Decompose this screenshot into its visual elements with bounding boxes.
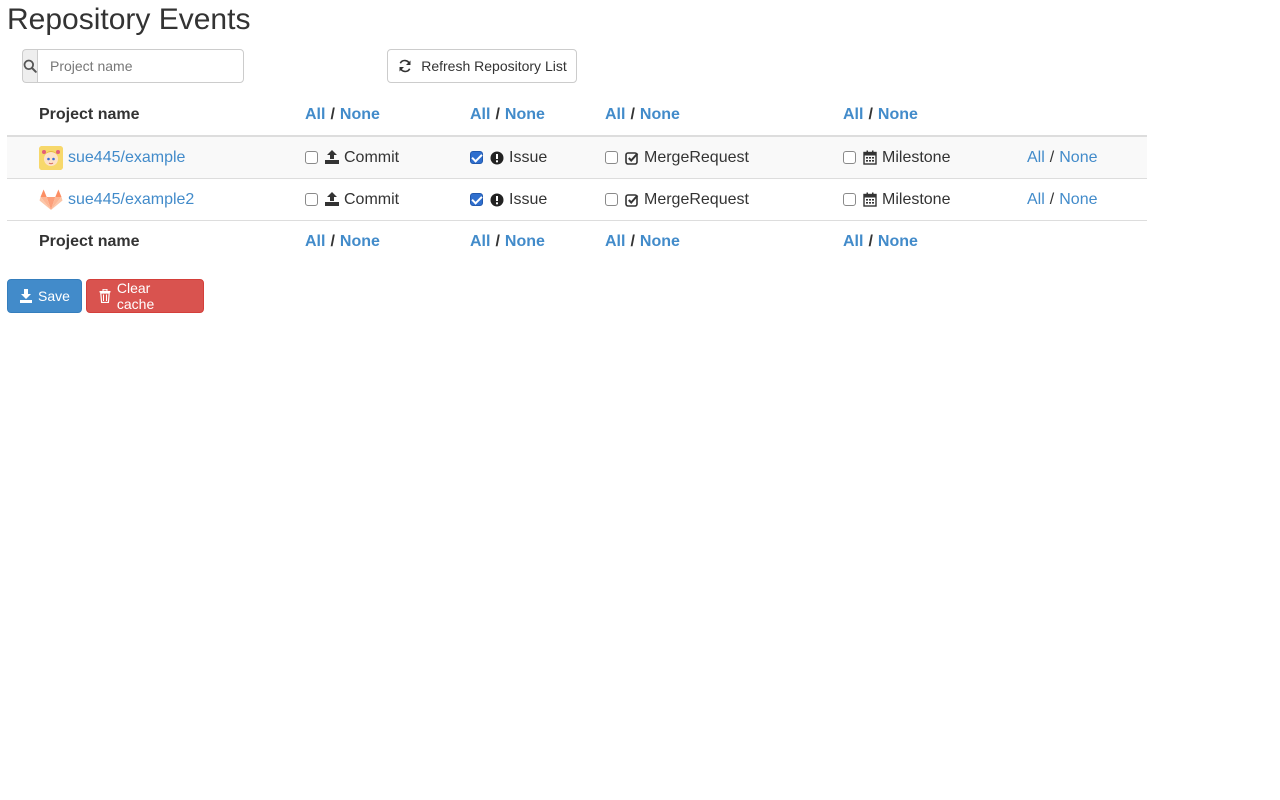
table-row: sue445/example Commit Issue MergeRequest…	[7, 137, 1147, 179]
commit-all-link[interactable]: All	[305, 106, 325, 124]
check-square-icon	[624, 192, 640, 208]
milestone-none-link[interactable]: None	[878, 233, 918, 251]
commit-none-link[interactable]: None	[340, 106, 380, 124]
milestone-none-link[interactable]: None	[878, 106, 918, 124]
issue-all-link[interactable]: All	[470, 106, 490, 124]
separator: /	[868, 233, 873, 250]
merge-request-column-toggle: All / None	[605, 221, 680, 263]
upload-icon	[324, 192, 340, 208]
issue-column-toggle: All / None	[470, 95, 545, 135]
anime-avatar-icon	[39, 145, 63, 170]
page-title: Repository Events	[7, 3, 251, 36]
action-buttons: Save Clear cache	[7, 279, 204, 313]
merge-request-none-link[interactable]: None	[640, 106, 680, 124]
milestone-label: Milestone	[882, 190, 951, 208]
row-all-link[interactable]: All	[1027, 149, 1045, 167]
milestone-cell: Milestone	[843, 137, 950, 178]
issue-cell: Issue	[470, 179, 547, 220]
separator: /	[495, 233, 500, 250]
commit-column-toggle: All / None	[305, 221, 380, 263]
commit-cell: Commit	[305, 137, 399, 178]
refresh-repository-list-button[interactable]: Refresh Repository List	[387, 49, 577, 83]
clear-cache-button-label: Clear cache	[116, 280, 155, 312]
merge-request-cell: MergeRequest	[605, 137, 749, 178]
issue-column-toggle: All / None	[470, 221, 545, 263]
milestone-checkbox[interactable]	[843, 151, 856, 164]
separator: /	[495, 106, 500, 123]
save-button[interactable]: Save	[7, 279, 82, 313]
project-link[interactable]: sue445/example2	[68, 191, 194, 209]
project-name-header: Project name	[39, 106, 140, 123]
exclamation-circle-icon	[489, 150, 505, 166]
table-header-row: Project name All / None All / None All / None …	[7, 95, 1147, 137]
row-toggle: All / None	[1027, 137, 1097, 178]
separator: /	[868, 106, 873, 123]
commit-checkbox[interactable]	[305, 193, 318, 206]
issue-none-link[interactable]: None	[505, 106, 545, 124]
table-footer-row: Project name All / None All / None All / None …	[7, 221, 1147, 263]
issue-label: Issue	[509, 190, 548, 208]
merge-request-label: MergeRequest	[644, 190, 749, 208]
milestone-all-link[interactable]: All	[843, 233, 863, 251]
upload-icon	[324, 150, 340, 166]
refresh-button-label: Refresh Repository List	[421, 58, 567, 74]
separator: /	[630, 106, 635, 123]
merge-request-cell: MergeRequest	[605, 179, 749, 220]
commit-none-link[interactable]: None	[340, 233, 380, 251]
merge-request-label: MergeRequest	[644, 148, 749, 166]
merge-request-all-link[interactable]: All	[605, 233, 625, 251]
project-cell: sue445/example2	[39, 179, 194, 220]
row-all-link[interactable]: All	[1027, 191, 1045, 209]
commit-cell: Commit	[305, 179, 399, 220]
issue-none-link[interactable]: None	[505, 233, 545, 251]
milestone-cell: Milestone	[843, 179, 950, 220]
repository-events-table: Project name All / None All / None All / None …	[7, 95, 1147, 263]
search-icon	[22, 49, 37, 83]
merge-request-checkbox[interactable]	[605, 151, 618, 164]
download-icon	[19, 288, 33, 304]
table-row: sue445/example2 Commit Issue MergeReques…	[7, 179, 1147, 221]
merge-request-column-toggle: All / None	[605, 95, 680, 135]
project-cell: sue445/example	[39, 137, 185, 178]
issue-label: Issue	[509, 148, 548, 166]
separator: /	[330, 233, 335, 250]
separator: /	[1049, 148, 1055, 166]
issue-cell: Issue	[470, 137, 547, 178]
project-link[interactable]: sue445/example	[68, 149, 185, 167]
issue-checkbox[interactable]	[470, 193, 483, 206]
gitlab-fox-avatar-icon	[39, 188, 63, 212]
commit-column-toggle: All / None	[305, 95, 380, 135]
issue-all-link[interactable]: All	[470, 233, 490, 251]
separator: /	[330, 106, 335, 123]
merge-request-all-link[interactable]: All	[605, 106, 625, 124]
clear-cache-button[interactable]: Clear cache	[86, 279, 204, 313]
commit-all-link[interactable]: All	[305, 233, 325, 251]
row-none-link[interactable]: None	[1059, 149, 1097, 167]
separator: /	[1049, 190, 1055, 208]
milestone-checkbox[interactable]	[843, 193, 856, 206]
milestone-all-link[interactable]: All	[843, 106, 863, 124]
commit-label: Commit	[344, 190, 400, 208]
commit-checkbox[interactable]	[305, 151, 318, 164]
project-name-search-input[interactable]	[37, 49, 244, 83]
merge-request-none-link[interactable]: None	[640, 233, 680, 251]
calendar-icon	[862, 150, 878, 166]
commit-label: Commit	[344, 148, 400, 166]
separator: /	[630, 233, 635, 250]
project-name-footer: Project name	[39, 233, 140, 250]
issue-checkbox[interactable]	[470, 151, 483, 164]
calendar-icon	[862, 192, 878, 208]
trash-icon	[99, 288, 112, 304]
exclamation-circle-icon	[489, 192, 505, 208]
row-toggle: All / None	[1027, 179, 1097, 220]
row-none-link[interactable]: None	[1059, 191, 1097, 209]
milestone-label: Milestone	[882, 148, 951, 166]
milestone-column-toggle: All / None	[843, 221, 918, 263]
merge-request-checkbox[interactable]	[605, 193, 618, 206]
save-button-label: Save	[38, 288, 70, 304]
check-square-icon	[624, 150, 640, 166]
refresh-icon	[397, 58, 413, 74]
search-group	[22, 49, 244, 83]
milestone-column-toggle: All / None	[843, 95, 918, 135]
